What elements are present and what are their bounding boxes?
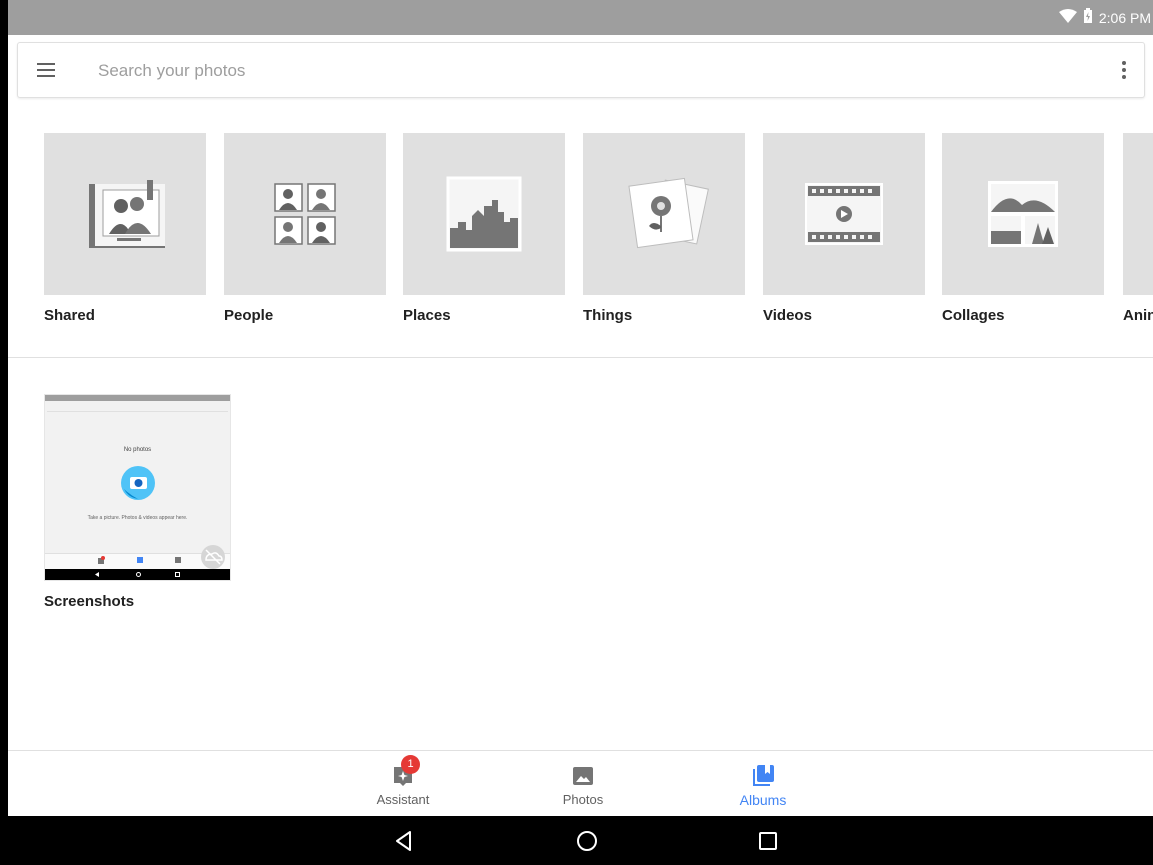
camera-icon — [121, 466, 155, 500]
back-icon[interactable] — [392, 828, 418, 854]
album-title: Screenshots — [44, 593, 135, 610]
places-icon — [403, 133, 565, 295]
wifi-icon — [1058, 8, 1077, 27]
menu-icon[interactable] — [34, 57, 60, 83]
thumbnail-system-nav — [45, 569, 230, 580]
category-things[interactable]: Things — [583, 133, 745, 324]
category-shared[interactable]: Shared — [44, 133, 206, 324]
category-row: Shared People Places Things Videos Colla… — [8, 125, 1153, 335]
nav-photos[interactable]: Photos — [528, 751, 638, 817]
search-input[interactable] — [98, 55, 998, 87]
album-screenshots[interactable]: No photos Take a picture. Photos & video… — [44, 394, 231, 610]
thumbnail-title: No photos — [123, 447, 152, 453]
notification-badge: 1 — [401, 755, 420, 774]
nav-label-albums: Albums — [739, 792, 787, 808]
category-label: People — [224, 307, 274, 324]
category-places[interactable]: Places — [403, 133, 565, 324]
search-bar — [17, 42, 1145, 98]
section-divider — [8, 357, 1153, 358]
animations-icon — [1123, 133, 1153, 295]
albums-icon — [751, 764, 775, 788]
more-options-icon[interactable] — [1112, 57, 1136, 83]
home-icon[interactable] — [574, 828, 600, 854]
status-bar: 2:06 PM — [8, 0, 1153, 35]
category-animations[interactable]: Anin — [1123, 133, 1153, 324]
thumbnail-status-bar — [45, 395, 230, 401]
recents-icon[interactable] — [755, 828, 781, 854]
things-icon — [583, 133, 745, 295]
thumbnail-text: Take a picture. Photos & videos appear h… — [87, 515, 188, 521]
battery-icon — [1083, 8, 1093, 27]
category-videos[interactable]: Videos — [763, 133, 925, 324]
category-label: Things — [583, 307, 633, 324]
app-frame: 2:06 PM Search your photos Shared People… — [0, 0, 1153, 865]
nav-label-photos: Photos — [562, 792, 604, 807]
assistant-icon: 1 — [391, 755, 420, 788]
thumbnail-search-bar — [47, 404, 228, 412]
category-people[interactable]: People — [224, 133, 386, 324]
bottom-navigation: 1 Assistant Photos Albums — [8, 750, 1153, 816]
photos-icon — [571, 764, 595, 788]
cloud-off-icon — [201, 545, 225, 569]
shared-album-icon — [44, 133, 206, 295]
nav-albums[interactable]: Albums — [708, 751, 818, 817]
category-collages[interactable]: Collages — [942, 133, 1104, 324]
videos-icon — [763, 133, 925, 295]
status-time: 2:06 PM — [1098, 9, 1151, 26]
category-label: Videos — [763, 307, 812, 324]
category-label: Anin — [1123, 307, 1153, 324]
nav-assistant[interactable]: 1 Assistant — [348, 751, 458, 817]
category-label: Collages — [942, 307, 1005, 324]
category-label: Places — [403, 307, 451, 324]
category-label: Shared — [44, 307, 95, 324]
nav-label-assistant: Assistant — [376, 792, 430, 807]
system-navigation-bar — [8, 816, 1153, 865]
people-icon — [224, 133, 386, 295]
album-thumbnail: No photos Take a picture. Photos & video… — [44, 394, 231, 581]
status-icons: 2:06 PM — [1058, 8, 1151, 27]
collages-icon — [942, 133, 1104, 295]
